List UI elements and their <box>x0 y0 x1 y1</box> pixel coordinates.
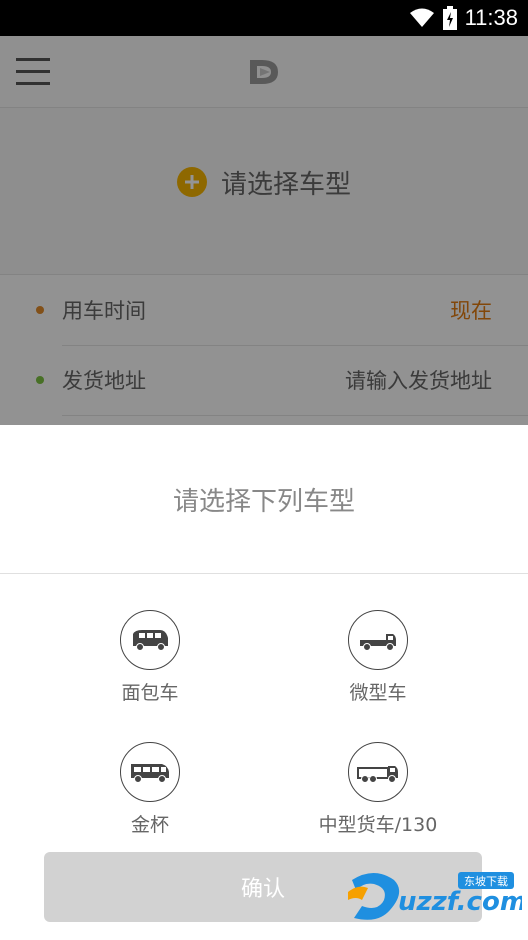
minibus-icon <box>120 610 180 670</box>
status-icons: 11:38 <box>409 0 518 36</box>
uzzf-watermark-logo: 东坡下载 uzzf.com <box>348 872 522 920</box>
vehicle-option-label: 中型货车/130 <box>318 814 438 836</box>
svg-text:uzzf.com: uzzf.com <box>398 887 522 917</box>
van-icon <box>120 742 180 802</box>
micro-truck-icon <box>348 610 408 670</box>
dialog-divider <box>0 573 528 574</box>
vehicle-option-label: 微型车 <box>349 682 407 704</box>
dialog-title: 请选择下列车型 <box>172 487 355 517</box>
battery-icon <box>442 6 457 30</box>
medium-truck-icon <box>348 742 408 802</box>
vehicle-option-minibus[interactable]: 面包车 <box>50 610 250 720</box>
vehicle-type-dialog: 请选择下列车型 面包车 微型车 金杯 中型货车/130 确认 <box>0 425 528 940</box>
status-bar: 11:38 <box>0 0 528 36</box>
vehicle-option-van[interactable]: 金杯 <box>50 742 250 852</box>
dim-overlay[interactable] <box>0 36 528 425</box>
vehicle-option-label: 面包车 <box>121 682 179 704</box>
vehicle-option-micro-truck[interactable]: 微型车 <box>278 610 478 720</box>
status-time: 11:38 <box>464 5 518 30</box>
vehicle-option-label: 金杯 <box>130 814 169 836</box>
wifi-icon <box>409 8 434 27</box>
vehicle-option-medium-truck[interactable]: 中型货车/130 <box>278 742 478 852</box>
